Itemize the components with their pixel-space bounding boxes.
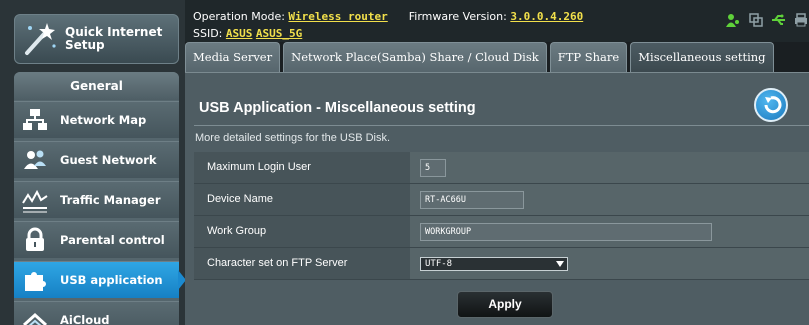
sidebar-item-label: Guest Network (60, 153, 157, 167)
ssid-label: SSID: (193, 27, 223, 40)
sidebar-item-guest-network[interactable]: Guest Network (14, 141, 179, 178)
setting-row-max-login: Maximum Login User 5 (194, 152, 809, 184)
magic-wand-icon (19, 19, 59, 59)
operation-mode-link[interactable]: Wireless router (288, 10, 387, 23)
page-title: USB Application - Miscellaneous setting (199, 100, 476, 116)
sidebar-item-aicloud[interactable]: AiCloud (14, 301, 179, 325)
operation-mode-label: Operation Mode: (193, 10, 285, 23)
title-divider (194, 125, 809, 126)
setting-label: Maximum Login User (194, 152, 410, 183)
tab-ftp-share[interactable]: FTP Share (549, 42, 628, 72)
sidebar-item-label: USB application (60, 273, 163, 287)
device-name-input[interactable]: RT-AC66U (420, 191, 524, 209)
apply-button[interactable]: Apply (457, 291, 553, 318)
chevron-down-icon (556, 261, 564, 267)
setting-row-device-name: Device Name RT-AC66U (194, 184, 809, 216)
settings-table: Maximum Login User 5 Device Name RT-AC66… (194, 152, 809, 280)
cloud-icon (22, 307, 48, 325)
sidebar-item-label: Traffic Manager (60, 193, 161, 207)
setting-row-ftp-charset: Character set on FTP Server UTF-8 (194, 248, 809, 280)
main-content-panel: USB Application - Miscellaneous setting … (185, 72, 809, 325)
setting-row-work-group: Work Group WORKGROUP (194, 216, 809, 248)
quick-internet-setup-button[interactable]: Quick Internet Setup (14, 14, 179, 64)
setting-label: Device Name (194, 184, 410, 215)
firmware-version-link[interactable]: 3.0.0.4.260 (510, 10, 583, 23)
usb-application-icon (22, 267, 48, 293)
ssid-link-5g[interactable]: ASUS_5G (256, 27, 302, 40)
firmware-version-label: Firmware Version: (408, 10, 507, 23)
top-status-bar: Operation Mode: Wireless router Firmware… (185, 0, 809, 42)
sidebar-item-parental-control[interactable]: Parental control (14, 221, 179, 258)
setting-label: Character set on FTP Server (194, 248, 410, 279)
guest-network-icon (22, 147, 48, 173)
page-description: More detailed settings for the USB Disk. (195, 132, 391, 144)
sidebar-item-label: AiCloud (60, 313, 110, 325)
general-menu-title: General (14, 72, 179, 100)
header-info-line: Operation Mode: Wireless router Firmware… (193, 10, 583, 23)
lock-icon (22, 227, 48, 253)
quick-internet-setup-label: Quick Internet Setup (65, 25, 163, 52)
tab-media-server[interactable]: Media Server (185, 42, 281, 72)
copy-icon[interactable] (749, 12, 763, 27)
sidebar-item-network-map[interactable]: Network Map (14, 101, 179, 138)
ssid-line: SSID: ASUS ASUS_5G (193, 27, 302, 40)
tab-network-place-share[interactable]: Network Place(Samba) Share / Cloud Disk (283, 42, 547, 72)
sidebar-item-usb-application[interactable]: USB application (14, 261, 186, 298)
tab-miscellaneous-setting[interactable]: Miscellaneous setting (630, 42, 774, 72)
back-arrow-icon (764, 96, 782, 114)
ssid-link-24g[interactable]: ASUS (226, 27, 253, 40)
sidebar-item-traffic-manager[interactable]: Traffic Manager (14, 181, 179, 218)
sidebar-item-label: Network Map (60, 113, 147, 127)
ftp-charset-select[interactable]: UTF-8 (420, 257, 568, 271)
work-group-input[interactable]: WORKGROUP (420, 223, 712, 241)
max-login-user-input[interactable]: 5 (420, 159, 446, 177)
printer-icon[interactable] (795, 12, 809, 27)
ftp-charset-selected-value: UTF-8 (425, 259, 453, 269)
sidebar: Quick Internet Setup General Network Map… (0, 0, 186, 325)
setting-label: Work Group (194, 216, 410, 247)
client-status-icon[interactable] (726, 12, 740, 27)
usb-application-tabs: Media Server Network Place(Samba) Share … (185, 42, 774, 72)
traffic-manager-icon (22, 187, 48, 213)
status-icon-group (726, 12, 809, 27)
usb-icon[interactable] (772, 12, 786, 26)
network-map-icon (22, 107, 48, 133)
sidebar-item-label: Parental control (60, 233, 165, 247)
back-button[interactable] (754, 88, 788, 122)
